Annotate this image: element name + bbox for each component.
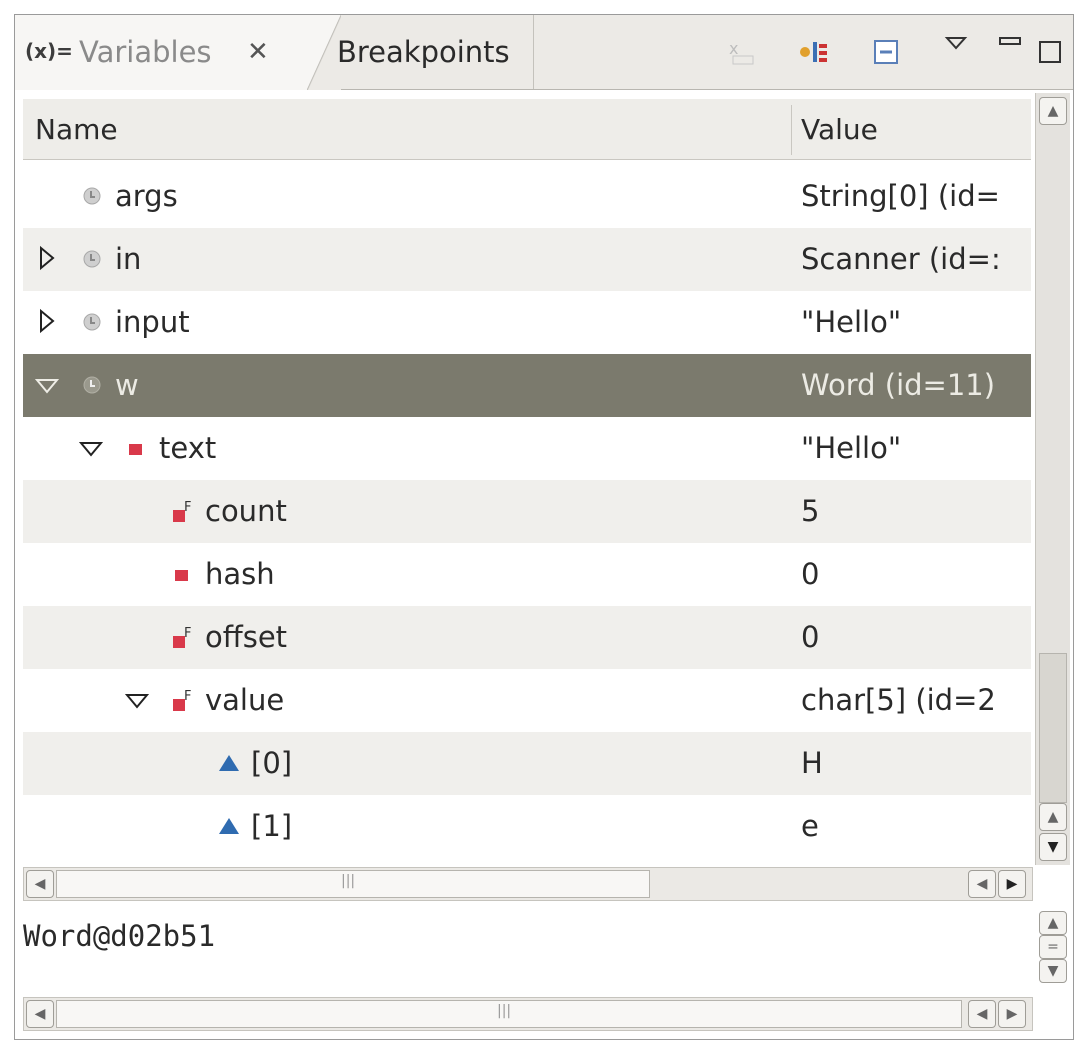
scroll-up-button-lower[interactable]: ▲	[1039, 803, 1067, 831]
array-element-icon	[217, 815, 239, 837]
svg-text:F: F	[184, 500, 191, 515]
variable-value: char[5] (id=2	[801, 683, 996, 717]
tree-row[interactable]: Fvalue char[5] (id=2	[23, 669, 1031, 732]
tab-variables[interactable]: (x)= Variables ✕	[15, 15, 341, 90]
maximize-icon[interactable]	[1035, 37, 1065, 67]
tree-row[interactable]: args String[0] (id=	[23, 165, 1031, 228]
variable-value: e	[801, 809, 819, 843]
variable-value: "Hello"	[801, 305, 902, 339]
scroll-left-button[interactable]: ◀	[26, 870, 54, 898]
tab-breakpoints[interactable]: Breakpoints	[337, 15, 534, 89]
detail-text: Word@d02b51	[23, 919, 216, 953]
private-final-field-icon: F	[171, 689, 193, 711]
variable-name: input	[115, 305, 190, 339]
variable-value: String[0] (id=	[801, 179, 1000, 213]
tree-row[interactable]: hash 0	[23, 543, 1031, 606]
tab-variables-label: Variables	[79, 35, 212, 69]
variable-name: w	[115, 368, 139, 402]
scroll-left-button-right[interactable]: ◀	[968, 870, 996, 898]
variable-value: 5	[801, 494, 820, 528]
tree-row[interactable]: input "Hello"	[23, 291, 1031, 354]
horizontal-scrollbar[interactable]: ◀ ||| ◀ ▶	[23, 867, 1033, 901]
variable-value: H	[801, 746, 823, 780]
variable-name: [0]	[251, 746, 293, 780]
grip-icon: |||	[497, 1003, 512, 1019]
detail-horizontal-scroll-thumb[interactable]: |||	[56, 1000, 962, 1028]
svg-text:F: F	[184, 626, 191, 641]
variable-value: Word (id=11)	[801, 368, 996, 402]
expand-arrow-right-icon[interactable]	[35, 307, 59, 337]
scroll-right-button[interactable]: ▶	[998, 870, 1026, 898]
detail-scroll-right-button[interactable]: ▶	[998, 1000, 1026, 1028]
local-variable-icon	[81, 374, 103, 396]
variable-name: in	[115, 242, 142, 276]
tree-row[interactable]: w Word (id=11)	[23, 354, 1031, 417]
array-element-icon	[217, 752, 239, 774]
detail-scroll-up-button[interactable]: ▲	[1039, 911, 1067, 935]
column-header-value[interactable]: Value	[801, 113, 878, 146]
private-field-icon	[125, 437, 147, 459]
show-type-names-icon[interactable]: x	[727, 37, 757, 67]
variable-name: args	[115, 179, 178, 213]
svg-text:F: F	[184, 689, 191, 704]
detail-scroll-left-button[interactable]: ◀	[26, 1000, 54, 1028]
svg-text:x: x	[729, 39, 738, 58]
variable-name: hash	[205, 557, 275, 591]
expand-arrow-down-icon[interactable]	[124, 685, 150, 715]
variables-view: (x)= Variables ✕ Breakpoints x Name Valu…	[14, 14, 1074, 1040]
tree-row[interactable]: Foffset 0	[23, 606, 1031, 669]
local-variable-icon	[81, 185, 103, 207]
tab-breakpoints-label: Breakpoints	[337, 35, 510, 69]
detail-scroll-left-button-right[interactable]: ◀	[968, 1000, 996, 1028]
expand-arrow-down-icon[interactable]	[78, 433, 104, 463]
variable-value: Scanner (id=:	[801, 242, 1001, 276]
scroll-up-button[interactable]: ▲	[1039, 97, 1067, 125]
variable-name: offset	[205, 620, 288, 654]
variable-name: text	[159, 431, 217, 465]
close-tab-icon[interactable]: ✕	[247, 37, 269, 67]
variables-icon: (x)=	[25, 39, 73, 63]
local-variable-icon	[81, 311, 103, 333]
variable-value: "Hello"	[801, 431, 902, 465]
column-header-name[interactable]: Name	[35, 113, 118, 146]
grip-icon: |||	[341, 873, 356, 889]
variable-value: 0	[801, 557, 820, 591]
collapse-all-icon[interactable]	[871, 37, 901, 67]
vertical-scrollbar[interactable]: ▲ ▲ ▼	[1035, 93, 1070, 865]
table-header: Name Value	[23, 99, 1031, 160]
show-logical-structure-icon[interactable]	[797, 37, 827, 67]
private-field-icon	[171, 563, 193, 585]
scroll-down-button[interactable]: ▼	[1039, 833, 1067, 861]
tree-row[interactable]: [0] H	[23, 732, 1031, 795]
tree-row[interactable]: text "Hello"	[23, 417, 1031, 480]
variables-tree: args String[0] (id= in Scanner (id=: input "H…	[23, 165, 1031, 858]
private-final-field-icon: F	[171, 626, 193, 648]
expand-arrow-down-icon[interactable]	[34, 370, 60, 400]
horizontal-scroll-thumb[interactable]: |||	[56, 870, 650, 898]
view-menu-icon[interactable]	[941, 29, 971, 59]
private-final-field-icon: F	[171, 500, 193, 522]
variable-name: count	[205, 494, 287, 528]
tree-row[interactable]: in Scanner (id=:	[23, 228, 1031, 291]
variable-name: value	[205, 683, 285, 717]
detail-vertical-scrollbar[interactable]: ▲ = ▼	[1037, 911, 1069, 983]
vertical-scroll-thumb[interactable]	[1039, 653, 1067, 803]
variable-name: [1]	[251, 809, 293, 843]
expand-arrow-right-icon[interactable]	[35, 244, 59, 274]
detail-scroll-mid-button[interactable]: =	[1039, 935, 1067, 959]
detail-pane[interactable]: Word@d02b51	[23, 915, 1033, 985]
local-variable-icon	[81, 248, 103, 270]
tab-bar: (x)= Variables ✕ Breakpoints x	[15, 15, 1073, 90]
minimize-icon[interactable]	[995, 27, 1025, 57]
detail-scroll-down-button[interactable]: ▼	[1039, 959, 1067, 983]
tree-row[interactable]: Fcount 5	[23, 480, 1031, 543]
detail-horizontal-scrollbar[interactable]: ◀ ||| ◀ ▶	[23, 997, 1033, 1031]
variable-value: 0	[801, 620, 820, 654]
tree-row[interactable]: [1] e	[23, 795, 1031, 858]
